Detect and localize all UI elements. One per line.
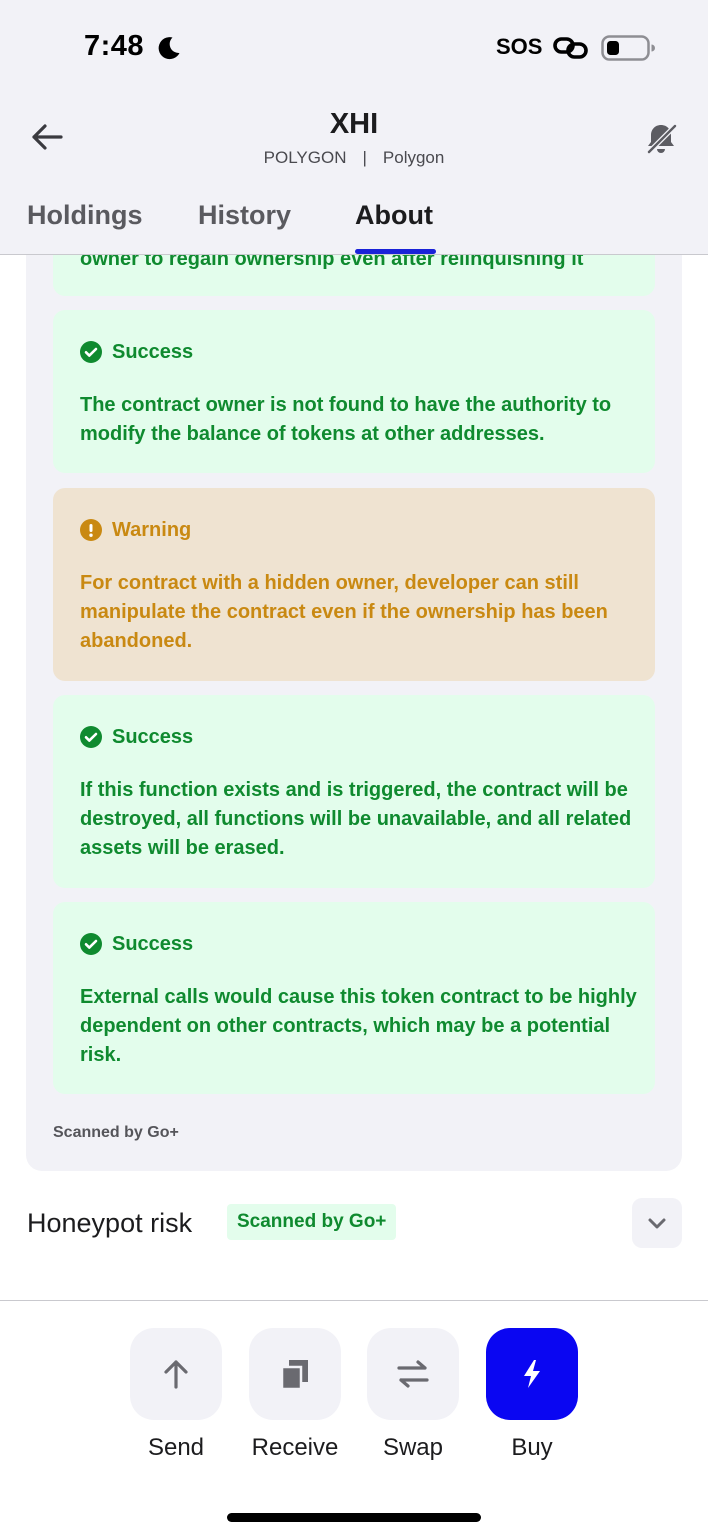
separator: |	[362, 148, 367, 167]
check-circle-icon	[80, 726, 102, 748]
tab-about[interactable]: About	[355, 200, 433, 231]
status-sos: SOS	[496, 34, 543, 59]
arrow-up-icon	[164, 1360, 188, 1389]
lightning-icon	[524, 1360, 540, 1388]
honeypot-risk-section[interactable]: Honeypot risk Scanned by Go+	[0, 1196, 708, 1252]
expand-button[interactable]	[632, 1198, 682, 1248]
check-circle-icon	[80, 341, 102, 363]
battery-icon	[601, 35, 655, 61]
receive-action[interactable]: Receive	[249, 1328, 341, 1461]
action-bar: Send Receive Swap Buy	[0, 1300, 708, 1536]
moon-icon	[158, 37, 180, 60]
buy-action[interactable]: Buy	[486, 1328, 578, 1461]
security-check-card: Success The contract owner is not found …	[53, 310, 655, 473]
security-check-status: Success	[112, 932, 194, 955]
security-check-status: Warning	[112, 518, 192, 541]
swap-action[interactable]: Swap	[367, 1328, 459, 1461]
scanned-by-label: Scanned by Go+	[53, 1124, 179, 1141]
active-tab-indicator	[355, 249, 436, 254]
tab-holdings[interactable]: Holdings	[27, 200, 143, 231]
send-action[interactable]: Send	[130, 1328, 222, 1461]
chevron-down-icon	[648, 1218, 666, 1229]
swap-button[interactable]	[367, 1328, 459, 1420]
status-bar: 7:48 SOS	[0, 0, 708, 100]
security-check-status: Success	[112, 340, 194, 363]
security-check-text: External calls would cause this token co…	[80, 986, 637, 1066]
security-check-card: Success External calls would cause this …	[53, 902, 655, 1094]
tab-bar: Holdings History About	[0, 190, 708, 255]
swap-icon	[397, 1360, 429, 1388]
buy-button[interactable]	[486, 1328, 578, 1420]
chain-name: Polygon	[382, 148, 445, 167]
token-title: XHI	[329, 108, 379, 140]
security-check-text: For contract with a hidden owner, develo…	[80, 572, 608, 652]
receive-button[interactable]	[249, 1328, 341, 1420]
bell-off-icon[interactable]	[641, 118, 681, 158]
tab-history[interactable]: History	[198, 200, 291, 231]
top-area: 7:48 SOS XHI POLYGON | Polygon Holdings Hi…	[0, 0, 708, 255]
buy-label: Buy	[511, 1434, 553, 1461]
copy-icon	[280, 1360, 308, 1390]
honeypot-title: Honeypot risk	[27, 1208, 193, 1238]
exclamation-circle-icon	[80, 519, 102, 541]
home-indicator	[227, 1513, 481, 1522]
network-name: POLYGON	[263, 148, 347, 167]
security-check-text: If this function exists and is triggered…	[80, 779, 632, 859]
check-circle-icon	[80, 933, 102, 955]
security-check-status: Success	[112, 725, 194, 748]
nav-bar: XHI POLYGON | Polygon	[0, 100, 708, 190]
security-check-text: The contract owner is not found to have …	[80, 394, 612, 445]
status-time: 7:48	[84, 30, 145, 62]
satellite-link-icon	[553, 37, 588, 59]
security-check-card: Warning For contract with a hidden owner…	[53, 488, 655, 681]
token-network: POLYGON | Polygon	[0, 148, 708, 168]
security-check-card: Success If this function exists and is t…	[53, 695, 655, 888]
scanned-by-badge: Scanned by Go+	[227, 1204, 397, 1240]
send-button[interactable]	[130, 1328, 222, 1420]
